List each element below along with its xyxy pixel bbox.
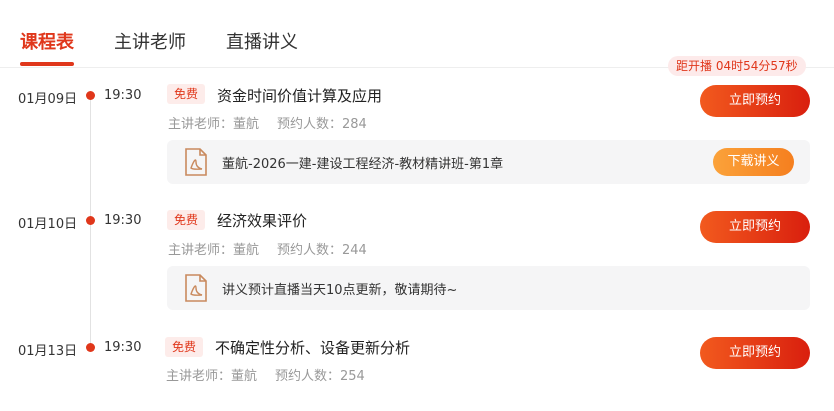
booking-count: 预约人数：244 (277, 243, 367, 258)
tab-schedule[interactable]: 课程表 (20, 28, 74, 54)
booking-count: 预约人数：254 (275, 369, 365, 384)
course-meta: 主讲老师：董航 预约人数：284 (168, 113, 367, 132)
teacher-label: 主讲老师：董航 (166, 369, 258, 384)
timeline-dot (86, 216, 95, 225)
teacher-label: 主讲老师：董航 (168, 243, 260, 258)
free-badge: 免费 (165, 337, 204, 357)
countdown-badge: 距开播 04时54分57秒 (668, 56, 806, 76)
course-meta: 主讲老师：董航 预约人数：244 (168, 239, 367, 258)
tab-teachers[interactable]: 主讲老师 (114, 28, 186, 54)
teacher-label: 主讲老师：董航 (168, 117, 260, 132)
handout-row: 董航-2026一建-建设工程经济-教材精讲班-第1章 下载讲义 (167, 140, 810, 184)
book-button[interactable]: 立即预约 (700, 85, 810, 117)
handout-title: 董航-2026一建-建设工程经济-教材精讲班-第1章 (222, 157, 504, 172)
course-time: 19:30 (104, 213, 142, 228)
timeline-dot (86, 343, 95, 352)
course-date: 01月09日 (18, 92, 78, 107)
pdf-file-icon (185, 148, 207, 176)
course-title[interactable]: 不确定性分析、设备更新分析 (215, 337, 410, 358)
course-title[interactable]: 资金时间价值计算及应用 (217, 85, 382, 106)
course-meta: 主讲老师：董航 预约人数：254 (166, 365, 365, 384)
course-time: 19:30 (104, 88, 142, 103)
booking-count: 预约人数：284 (277, 117, 367, 132)
course-date: 01月10日 (18, 217, 78, 232)
free-badge: 免费 (167, 84, 206, 104)
active-tab-indicator (20, 62, 74, 66)
course-time: 19:30 (104, 340, 142, 355)
course-date: 01月13日 (18, 344, 78, 359)
download-handout-button[interactable]: 下载讲义 (713, 148, 794, 176)
timeline-dot (86, 91, 95, 100)
handout-row: 讲义预计直播当天10点更新，敬请期待~ (167, 266, 810, 310)
tab-handouts[interactable]: 直播讲义 (226, 28, 298, 54)
pdf-file-icon (185, 274, 207, 302)
free-badge: 免费 (167, 210, 206, 230)
book-button[interactable]: 立即预约 (700, 211, 810, 243)
course-title[interactable]: 经济效果评价 (217, 210, 307, 231)
handout-pending-notice: 讲义预计直播当天10点更新，敬请期待~ (222, 283, 458, 298)
book-button[interactable]: 立即预约 (700, 337, 810, 369)
